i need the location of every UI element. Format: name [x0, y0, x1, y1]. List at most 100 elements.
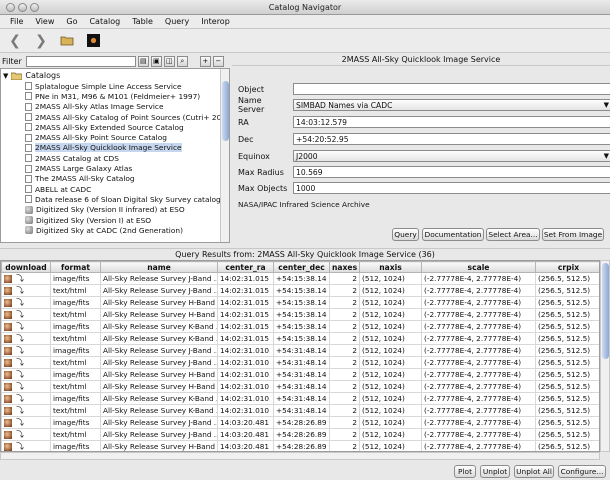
- column-header[interactable]: crpix: [535, 261, 599, 273]
- download-cell[interactable]: ⤵: [1, 272, 51, 285]
- catalog-item[interactable]: ABELL at CADC: [25, 184, 221, 194]
- table-row[interactable]: ⤵ image/fits All-Sky Release Survey K-Band…: [1, 320, 599, 333]
- table-row[interactable]: ⤵ text/html All-Sky Release Survey J-Band …: [1, 284, 599, 297]
- download-icon[interactable]: ⤵: [16, 286, 24, 296]
- back-icon[interactable]: ❮: [6, 32, 24, 50]
- download-cell[interactable]: ⤵: [1, 320, 51, 333]
- download-icon[interactable]: ⤵: [16, 370, 24, 380]
- menu-file[interactable]: File: [4, 15, 29, 28]
- sky-image-icon[interactable]: [84, 32, 102, 50]
- dec-input[interactable]: +54:20:52.95: [293, 133, 610, 145]
- column-header[interactable]: download: [1, 261, 51, 273]
- download-cell[interactable]: ⤵: [1, 284, 51, 297]
- table-row[interactable]: ⤵ text/html All-Sky Release Survey J-Band …: [1, 428, 599, 441]
- results-scroll-thumb[interactable]: [602, 263, 609, 359]
- equinox-select[interactable]: J2000 ▼: [293, 150, 610, 162]
- column-header[interactable]: scale: [421, 261, 536, 273]
- catalog-item[interactable]: 2MASS All-Sky Point Source Catalog: [25, 132, 221, 142]
- column-header[interactable]: format: [50, 261, 101, 273]
- table-row[interactable]: ⤵ text/html All-Sky Release Survey K-Band …: [1, 332, 599, 345]
- forward-icon[interactable]: ❯: [32, 32, 50, 50]
- download-icon[interactable]: ⤵: [16, 382, 24, 392]
- column-header[interactable]: naxes: [329, 261, 360, 273]
- set-from-image-button[interactable]: Set From Image: [542, 228, 604, 241]
- catalog-item[interactable]: 2MASS All-Sky Quicklook Image Service: [25, 143, 221, 153]
- expand-all-icon[interactable]: +: [199, 55, 211, 67]
- menu-catalog[interactable]: Catalog: [83, 15, 126, 28]
- catalog-item[interactable]: 2MASS Catalog at CDS: [25, 153, 221, 163]
- table-row[interactable]: ⤵ image/fits All-Sky Release Survey K-Band…: [1, 392, 599, 405]
- catalog-item[interactable]: Data release 6 of Sloan Digital Sky Surv…: [25, 194, 221, 204]
- tree-scroll-thumb[interactable]: [222, 81, 229, 141]
- column-header[interactable]: center_ra: [217, 261, 274, 273]
- results-table[interactable]: download format name center_ra center_dec nax…: [0, 260, 600, 452]
- download-icon[interactable]: ⤵: [16, 394, 24, 404]
- tree-root[interactable]: ▼ Catalogs: [3, 70, 60, 81]
- catalog-item[interactable]: Digitized Sky (Version II infrared) at E…: [25, 205, 221, 215]
- filter-option-1-icon[interactable]: ▤: [137, 55, 149, 67]
- table-row[interactable]: ⤵ image/fits All-Sky Release Survey J-Band…: [1, 416, 599, 429]
- menu-query[interactable]: Query: [159, 15, 195, 28]
- download-icon[interactable]: ⤵: [16, 442, 24, 451]
- catalog-item[interactable]: 2MASS Large Galaxy Atlas: [25, 163, 221, 173]
- download-cell[interactable]: ⤵: [1, 308, 51, 321]
- download-icon[interactable]: ⤵: [16, 430, 24, 440]
- download-cell[interactable]: ⤵: [1, 344, 51, 357]
- download-icon[interactable]: ⤵: [16, 274, 24, 284]
- ra-input[interactable]: 14:03:12.579: [293, 116, 610, 128]
- download-icon[interactable]: ⤵: [16, 298, 24, 308]
- download-cell[interactable]: ⤵: [1, 416, 51, 429]
- download-cell[interactable]: ⤵: [1, 440, 51, 451]
- object-input[interactable]: [293, 83, 610, 95]
- table-row[interactable]: ⤵ image/fits All-Sky Release Survey J-Band…: [1, 344, 599, 357]
- unplot-all-button[interactable]: Unplot All: [514, 465, 554, 478]
- table-row[interactable]: ⤵ text/html All-Sky Release Survey K-Band …: [1, 404, 599, 417]
- download-icon[interactable]: ⤵: [16, 358, 24, 368]
- filter-option-3-icon[interactable]: ◫: [163, 55, 175, 67]
- catalog-item[interactable]: 2MASS All-Sky Atlas Image Service: [25, 102, 221, 112]
- download-icon[interactable]: ⤵: [16, 346, 24, 356]
- filter-option-2-icon[interactable]: ▣: [150, 55, 162, 67]
- name-server-select[interactable]: SIMBAD Names via CADC ▼: [293, 99, 610, 111]
- plot-button[interactable]: Plot: [454, 465, 476, 478]
- menu-view[interactable]: View: [29, 15, 60, 28]
- table-row[interactable]: ⤵ image/fits All-Sky Release Survey H-Band…: [1, 296, 599, 309]
- download-cell[interactable]: ⤵: [1, 296, 51, 309]
- download-icon[interactable]: ⤵: [16, 334, 24, 344]
- query-button[interactable]: Query: [392, 228, 419, 241]
- download-cell[interactable]: ⤵: [1, 368, 51, 381]
- catalog-tree[interactable]: ▼ Catalogs Splatalogue Simple Line Acces…: [0, 68, 230, 243]
- download-cell[interactable]: ⤵: [1, 356, 51, 369]
- catalog-item[interactable]: Splatalogue Simple Line Access Service: [25, 81, 221, 91]
- column-header[interactable]: name: [100, 261, 218, 273]
- menu-table[interactable]: Table: [126, 15, 159, 28]
- download-icon[interactable]: ⤵: [16, 322, 24, 332]
- max-radius-input[interactable]: 10.569: [293, 166, 610, 178]
- download-cell[interactable]: ⤵: [1, 380, 51, 393]
- max-objects-input[interactable]: 1000: [293, 182, 610, 194]
- download-cell[interactable]: ⤵: [1, 332, 51, 345]
- download-icon[interactable]: ⤵: [16, 406, 24, 416]
- zoom-window-icon[interactable]: [30, 3, 39, 12]
- expand-arrow-icon[interactable]: ▼: [3, 72, 8, 80]
- collapse-all-icon[interactable]: −: [212, 55, 224, 67]
- catalog-item[interactable]: 2MASS All-Sky Catalog of Point Sources (…: [25, 112, 221, 122]
- catalog-item[interactable]: Digitized Sky (Version I) at ESO: [25, 215, 221, 225]
- filter-input[interactable]: [25, 55, 136, 67]
- tree-scrollbar[interactable]: [220, 69, 229, 242]
- download-cell[interactable]: ⤵: [1, 392, 51, 405]
- results-vertical-scrollbar[interactable]: [600, 260, 610, 452]
- minimize-window-icon[interactable]: [18, 3, 27, 12]
- select-area-button[interactable]: Select Area...: [486, 228, 540, 241]
- catalog-item[interactable]: 2MASS All-Sky Extended Source Catalog: [25, 122, 221, 132]
- close-window-icon[interactable]: [6, 3, 15, 12]
- table-row[interactable]: ⤵ image/fits All-Sky Release Survey H-Band…: [1, 368, 599, 381]
- download-icon[interactable]: ⤵: [16, 418, 24, 428]
- download-cell[interactable]: ⤵: [1, 428, 51, 441]
- filter-search-icon[interactable]: ⌕: [176, 55, 188, 67]
- table-row[interactable]: ⤵ text/html All-Sky Release Survey H-Band …: [1, 380, 599, 393]
- results-horizontal-scrollbar[interactable]: [0, 452, 600, 460]
- download-cell[interactable]: ⤵: [1, 404, 51, 417]
- documentation-button[interactable]: Documentation: [422, 228, 484, 241]
- download-icon[interactable]: ⤵: [16, 310, 24, 320]
